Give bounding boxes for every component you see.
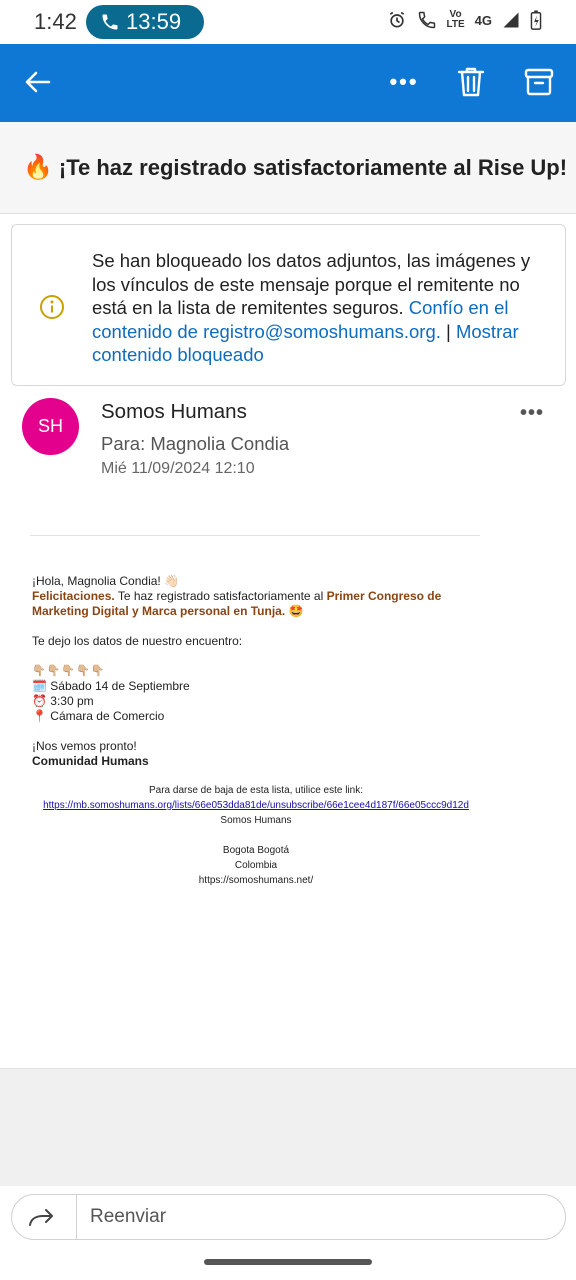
volte-indicator: Vo LTE — [447, 10, 465, 30]
alarm-icon — [389, 11, 404, 28]
forward-icon — [29, 1209, 53, 1226]
empty-area — [0, 1068, 576, 1186]
volte-bottom: LTE — [446, 19, 465, 30]
ongoing-call-pill[interactable]: 13:59 — [86, 5, 204, 39]
unsubscribe-text: Para darse de baja de esta lista, utilic… — [148, 785, 363, 796]
more-options-button[interactable]: ••• — [384, 62, 424, 102]
footer-country: Colombia — [234, 860, 278, 871]
intro-text: Te dejo los datos de nuestro encuentro: — [32, 634, 243, 648]
archive-icon — [524, 68, 554, 96]
sent-date: Mié 11/09/2024 12:10 — [101, 460, 255, 477]
call-duration: 13:59 — [126, 9, 182, 34]
sender-name[interactable]: Somos Humans — [101, 400, 247, 424]
trash-icon — [457, 67, 485, 97]
unsubscribe-link[interactable]: https://mb.somoshumans.org/lists/66e053d… — [43, 800, 469, 811]
forward-label: Reenviar — [90, 1206, 167, 1227]
email-body: ¡Hola, Magnolia Condia! 👋🏻 Felicitacione… — [32, 574, 492, 769]
signature: Comunidad Humans — [32, 754, 149, 768]
archive-button[interactable] — [519, 62, 559, 102]
status-time: 1:42 — [34, 9, 77, 34]
back-button[interactable] — [18, 62, 58, 102]
phone-icon — [102, 14, 118, 30]
banner-message: Se han bloqueado los datos adjuntos, las… — [92, 249, 552, 367]
avatar[interactable]: SH — [22, 398, 79, 455]
email-subject: 🔥 ¡Te haz registrado satisfactoriamente … — [0, 122, 576, 214]
divider — [30, 535, 480, 536]
footer-city: Bogota Bogotá — [222, 845, 290, 856]
event-emoji: 🤩 — [285, 604, 304, 618]
pointing-emojis: 👇🏼👇🏼👇🏼👇🏼👇🏼 — [32, 665, 106, 677]
blocked-content-banner: Se han bloqueado los datos adjuntos, las… — [11, 224, 566, 386]
congrats-paragraph: Felicitaciones. Te haz registrado satisf… — [32, 589, 492, 619]
greeting: ¡Hola, Magnolia Condia! 👋🏻 — [32, 574, 180, 588]
signal-icon — [503, 12, 519, 28]
message-more-button[interactable]: ••• — [520, 402, 544, 425]
event-date: 🗓️ Sábado 14 de Septiembre — [32, 679, 190, 693]
congrats-word: Felicitaciones. — [32, 589, 115, 603]
wifi-calling-icon — [418, 11, 435, 29]
app-header: ••• — [0, 44, 576, 122]
fire-emoji: 🔥 — [23, 154, 53, 181]
forward-separator — [76, 1194, 77, 1240]
battery-icon — [530, 10, 542, 30]
footer-org: Somos Humans — [220, 815, 292, 826]
status-bar: 1:42 13:59 Vo LTE 4G — [0, 0, 576, 44]
network-type: 4G — [474, 12, 492, 28]
forward-button[interactable]: Reenviar — [11, 1194, 566, 1240]
congrats-text: Te haz registrado satisfactoriamente al — [114, 589, 327, 603]
event-time: ⏰ 3:30 pm — [32, 694, 94, 708]
email-footer: Para darse de baja de esta lista, utilic… — [32, 783, 480, 888]
info-icon — [40, 295, 64, 319]
footer-website: https://somoshumans.net/ — [198, 875, 314, 886]
status-icons: Vo LTE 4G — [387, 10, 543, 30]
event-place: 📍 Cámara de Comercio — [32, 709, 165, 723]
closing-text: ¡Nos vemos pronto! — [32, 739, 137, 753]
banner-separator: | — [446, 320, 451, 342]
subject-text: ¡Te haz registrado satisfactoriamente al… — [58, 154, 568, 180]
arrow-left-icon — [25, 71, 51, 93]
delete-button[interactable] — [451, 62, 491, 102]
gesture-nav-handle[interactable] — [204, 1259, 372, 1265]
recipient-line: Para: Magnolia Condia — [101, 433, 290, 454]
